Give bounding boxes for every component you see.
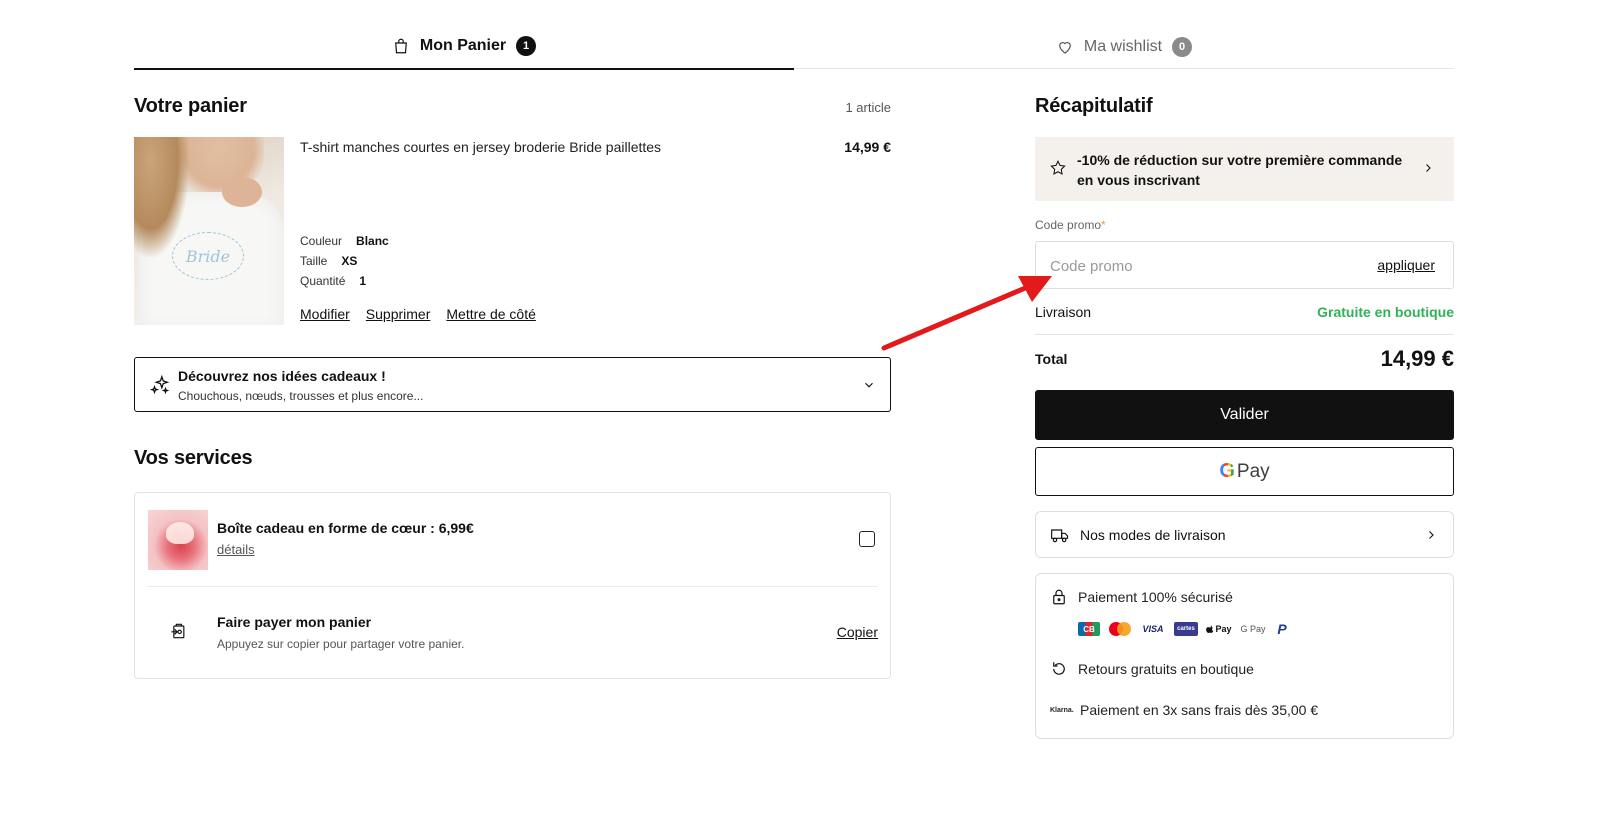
cb-logo: CB bbox=[1078, 622, 1100, 636]
color-label: Couleur bbox=[300, 234, 343, 248]
share-cart-title: Faire payer mon panier bbox=[217, 614, 372, 630]
services-panel: Boîte cadeau en forme de cœur : 6,99€ dé… bbox=[134, 492, 891, 679]
delivery-value: Gratuite en boutique bbox=[1317, 304, 1454, 320]
chevron-right-icon bbox=[1426, 164, 1431, 172]
product-quantity: Quantité 1 bbox=[300, 274, 366, 288]
klarna-logo: Klarna. bbox=[1050, 706, 1074, 714]
shopping-bag-icon bbox=[394, 38, 407, 54]
promo-code-label: Code promo* bbox=[1035, 218, 1106, 232]
validate-button[interactable]: Valider bbox=[1035, 390, 1454, 440]
paypal-logo: P bbox=[1277, 621, 1287, 637]
services-title: Vos services bbox=[134, 447, 253, 469]
size-value: XS bbox=[341, 254, 358, 268]
sparkles-icon bbox=[149, 374, 170, 395]
copy-link[interactable]: Copier bbox=[837, 624, 878, 640]
product-color: Couleur Blanc bbox=[300, 234, 389, 248]
return-arrow-icon bbox=[1053, 662, 1065, 675]
shipping-modes-label: Nos modes de livraison bbox=[1080, 526, 1226, 543]
apple-pay-text: Pay bbox=[1215, 624, 1232, 634]
tab-wishlist-label: Ma wishlist bbox=[1083, 37, 1163, 55]
chevron-right-icon bbox=[1429, 531, 1434, 539]
chevron-down-icon bbox=[865, 382, 873, 388]
heart-icon bbox=[1059, 41, 1071, 54]
lock-icon bbox=[1053, 589, 1065, 605]
gpay-logo: G Pay bbox=[1240, 624, 1266, 634]
free-returns-text: Retours gratuits en boutique bbox=[1078, 661, 1254, 677]
required-asterisk: * bbox=[1101, 218, 1106, 232]
promo-code-label-text: Code promo bbox=[1035, 218, 1102, 232]
total-label: Total bbox=[1035, 351, 1068, 367]
mastercard-logo bbox=[1108, 622, 1132, 636]
product-actions: Modifier Supprimer Mettre de côté bbox=[300, 306, 536, 322]
divider bbox=[147, 586, 878, 587]
cart-item-count: 1 article bbox=[845, 100, 891, 115]
share-cart-subtitle: Appuyez sur copier pour partager votre p… bbox=[217, 637, 465, 651]
gift-ideas-accordion[interactable]: Découvrez nos idées cadeaux ! Chouchous,… bbox=[134, 357, 891, 412]
gift-box-checkbox[interactable] bbox=[859, 531, 875, 547]
google-g-logo: G bbox=[1219, 460, 1235, 482]
apple-pay-logo: Pay bbox=[1206, 622, 1232, 636]
wishlist-count-badge: 0 bbox=[1172, 36, 1193, 57]
product-price: 14,99 € bbox=[844, 139, 891, 155]
product-print-text: Bride bbox=[172, 232, 244, 280]
free-returns-row: Retours gratuits en boutique bbox=[1050, 660, 1254, 678]
installments-text: Paiement en 3x sans frais dès 35,00 € bbox=[1080, 702, 1319, 718]
gift-box-details-link[interactable]: détails bbox=[217, 542, 255, 557]
share-payment-icon bbox=[171, 623, 185, 639]
gift-ideas-title: Découvrez nos idées cadeaux ! bbox=[178, 368, 386, 384]
google-pay-button[interactable]: G Pay bbox=[1035, 447, 1454, 496]
cart-tabs: Mon Panier 1 Ma wishlist 0 bbox=[134, 24, 1454, 70]
total-row: Total 14,99 € bbox=[1035, 346, 1454, 372]
save-for-later-link[interactable]: Mettre de côté bbox=[446, 306, 536, 322]
secure-payment-row: Paiement 100% sécurisé bbox=[1050, 588, 1233, 606]
product-size: Taille XS bbox=[300, 254, 357, 268]
quantity-label: Quantité bbox=[300, 274, 346, 288]
total-value: 14,99 € bbox=[1380, 346, 1454, 371]
shipping-modes-button[interactable]: Nos modes de livraison bbox=[1035, 511, 1454, 558]
summary-title: Récapitulatif bbox=[1035, 95, 1153, 117]
product-image[interactable]: Bride bbox=[134, 137, 284, 325]
installments-row: Klarna. Paiement en 3x sans frais dès 35… bbox=[1050, 702, 1318, 718]
delivery-label: Livraison bbox=[1035, 304, 1092, 320]
tab-wishlist[interactable]: Ma wishlist 0 bbox=[794, 24, 1454, 69]
gift-box-title: Boîte cadeau en forme de cœur : 6,99€ bbox=[217, 520, 474, 536]
product-name[interactable]: T-shirt manches courtes en jersey broder… bbox=[300, 139, 661, 155]
star-icon bbox=[1050, 160, 1066, 175]
maestro-logo: cartes bbox=[1174, 622, 1198, 636]
delete-link[interactable]: Supprimer bbox=[366, 306, 431, 322]
color-value: Blanc bbox=[356, 234, 389, 248]
delivery-truck-icon bbox=[1051, 528, 1069, 542]
delivery-row: Livraison Gratuite en boutique bbox=[1035, 302, 1454, 322]
google-pay-label: Pay bbox=[1236, 460, 1270, 482]
payment-logos: CB VISA cartes Pay G Pay P bbox=[1078, 621, 1290, 637]
promo-code-input[interactable] bbox=[1050, 254, 1350, 278]
divider bbox=[1035, 334, 1454, 335]
heart-gift-box-image bbox=[148, 510, 208, 570]
edit-link[interactable]: Modifier bbox=[300, 306, 350, 322]
cart-title: Votre panier bbox=[134, 95, 247, 117]
gift-ideas-subtitle: Chouchous, nœuds, trousses et plus encor… bbox=[178, 389, 424, 403]
visa-logo: VISA bbox=[1142, 624, 1164, 634]
tab-cart[interactable]: Mon Panier 1 bbox=[134, 24, 794, 70]
tab-cart-label: Mon Panier bbox=[419, 37, 507, 54]
size-label: Taille bbox=[300, 254, 328, 268]
signup-discount-text: -10% de réduction sur votre première com… bbox=[1077, 152, 1403, 188]
reassurance-panel: Paiement 100% sécurisé CB VISA cartes Pa… bbox=[1035, 573, 1454, 739]
apply-promo-link[interactable]: appliquer bbox=[1377, 257, 1435, 273]
cart-count-badge: 1 bbox=[516, 36, 537, 56]
signup-discount-banner[interactable]: -10% de réduction sur votre première com… bbox=[1035, 137, 1454, 201]
secure-payment-text: Paiement 100% sécurisé bbox=[1078, 589, 1233, 605]
promo-code-field: appliquer bbox=[1035, 241, 1454, 289]
red-arrow-annotation bbox=[881, 276, 1052, 351]
quantity-value: 1 bbox=[359, 274, 367, 288]
